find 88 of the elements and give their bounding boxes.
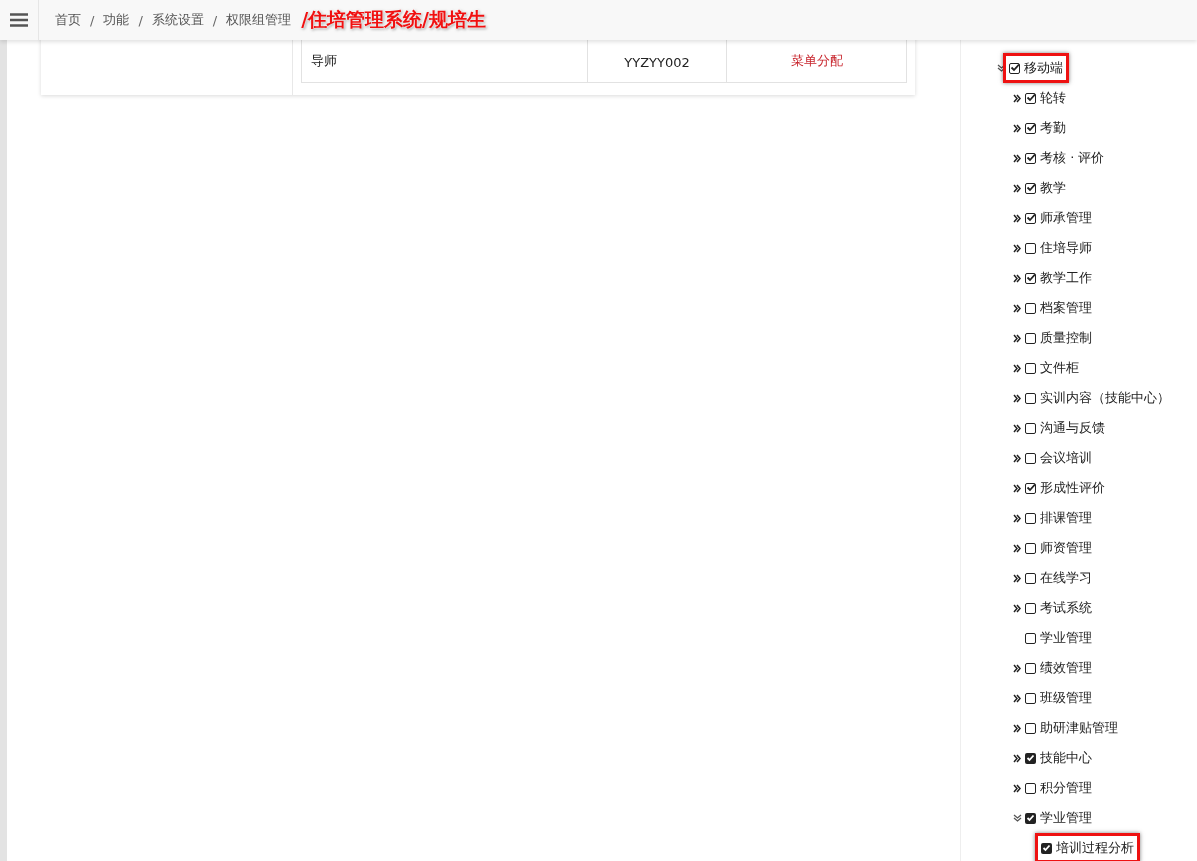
checkbox[interactable] bbox=[1025, 122, 1036, 134]
checkbox[interactable] bbox=[1041, 842, 1052, 854]
checkbox[interactable] bbox=[1025, 542, 1036, 554]
tree-item-label[interactable]: 会议培训 bbox=[1040, 449, 1092, 467]
expand-icon[interactable] bbox=[1013, 183, 1021, 193]
collapse-icon[interactable] bbox=[996, 64, 1006, 72]
tree-item-label[interactable]: 形成性评价 bbox=[1040, 479, 1105, 497]
tree-item-label[interactable]: 助研津贴管理 bbox=[1040, 719, 1118, 737]
checkbox[interactable] bbox=[1025, 422, 1036, 434]
breadcrumb-separator: / bbox=[138, 12, 143, 28]
checkbox[interactable] bbox=[1025, 302, 1036, 314]
checkbox[interactable] bbox=[1025, 512, 1036, 524]
collapse-icon[interactable] bbox=[1012, 814, 1022, 822]
breadcrumb-link[interactable]: 首页 bbox=[55, 11, 81, 29]
expand-icon[interactable] bbox=[1013, 333, 1021, 343]
checkbox[interactable] bbox=[1025, 332, 1036, 344]
checkbox[interactable] bbox=[1025, 662, 1036, 674]
checkbox[interactable] bbox=[1025, 632, 1036, 644]
expand-icon[interactable] bbox=[1013, 693, 1021, 703]
tree-item-label[interactable]: 文件柜 bbox=[1040, 359, 1079, 377]
checkbox[interactable] bbox=[1025, 782, 1036, 794]
tree-item-label[interactable]: 学业管理 bbox=[1040, 809, 1092, 827]
checkbox[interactable] bbox=[1025, 272, 1036, 284]
checkbox[interactable] bbox=[1009, 62, 1020, 74]
checkbox[interactable] bbox=[1025, 152, 1036, 164]
expand-icon[interactable] bbox=[1013, 423, 1021, 433]
tree-item-label[interactable]: 沟通与反馈 bbox=[1040, 419, 1105, 437]
checkbox[interactable] bbox=[1025, 92, 1036, 104]
menu-assign-link[interactable]: 菜单分配 bbox=[790, 53, 843, 68]
checkbox[interactable] bbox=[1025, 362, 1036, 374]
expand-icon[interactable] bbox=[1013, 453, 1021, 463]
breadcrumb-separator: / bbox=[212, 12, 218, 28]
expand-icon[interactable] bbox=[1013, 393, 1021, 403]
breadcrumb-separator: / bbox=[90, 12, 95, 28]
checkbox[interactable] bbox=[1025, 242, 1036, 254]
tree-item-label[interactable]: 实训内容（技能中心） bbox=[1040, 389, 1170, 407]
checkbox[interactable] bbox=[1025, 572, 1036, 584]
checkbox[interactable] bbox=[1025, 812, 1036, 824]
expand-icon[interactable] bbox=[1013, 363, 1021, 373]
breadcrumb-link[interactable]: 功能 bbox=[103, 11, 130, 29]
tree-item-label[interactable]: 考勤 bbox=[1040, 119, 1066, 137]
expand-icon[interactable] bbox=[1013, 573, 1021, 583]
expand-icon[interactable] bbox=[1013, 663, 1021, 673]
expand-icon[interactable] bbox=[1013, 153, 1021, 163]
breadcrumb-link[interactable]: 系统设置 bbox=[151, 11, 204, 29]
checkbox[interactable] bbox=[1025, 602, 1036, 614]
expand-icon[interactable] bbox=[1013, 603, 1021, 613]
tree-item-label[interactable]: 档案管理 bbox=[1040, 299, 1092, 317]
expand-icon[interactable] bbox=[1013, 783, 1021, 793]
expand-icon[interactable] bbox=[1013, 303, 1021, 313]
checkbox[interactable] bbox=[1025, 692, 1036, 704]
tree-item-label[interactable]: 教学 bbox=[1040, 179, 1066, 197]
expand-icon[interactable] bbox=[1013, 243, 1021, 253]
checkbox[interactable] bbox=[1025, 392, 1036, 404]
expand-icon[interactable] bbox=[1013, 93, 1021, 103]
tree-item-label[interactable]: 排课管理 bbox=[1040, 509, 1092, 527]
checkbox[interactable] bbox=[1025, 482, 1036, 494]
tree-item-label[interactable]: 住培导师 bbox=[1040, 239, 1092, 257]
breadcrumb-link[interactable]: 权限组管理 bbox=[226, 11, 292, 29]
expand-icon[interactable] bbox=[1013, 543, 1021, 553]
tree-item-label[interactable]: 积分管理 bbox=[1040, 779, 1092, 797]
expand-icon[interactable] bbox=[1013, 513, 1021, 523]
checkbox[interactable] bbox=[1025, 182, 1036, 194]
tree-item-label[interactable]: 考核 · 评价 bbox=[1040, 149, 1105, 167]
tree-item-label[interactable]: 培训过程分析 bbox=[1056, 839, 1134, 857]
annotation-text: /住培管理系统/规培生 bbox=[301, 7, 487, 32]
tree-item-label[interactable]: 轮转 bbox=[1040, 89, 1066, 107]
tree-item-label[interactable]: 考试系统 bbox=[1040, 599, 1092, 617]
tree-item-label[interactable]: 质量控制 bbox=[1040, 329, 1092, 347]
tree-item-label[interactable]: 移动端 bbox=[1024, 59, 1063, 77]
tree-item-label[interactable]: 绩效管理 bbox=[1040, 659, 1092, 677]
expand-icon[interactable] bbox=[1013, 483, 1021, 493]
checkbox[interactable] bbox=[1025, 212, 1036, 224]
expand-icon[interactable] bbox=[1013, 123, 1021, 133]
expand-icon[interactable] bbox=[1013, 753, 1021, 763]
tree-item-label[interactable]: 在线学习 bbox=[1040, 569, 1092, 587]
tree-item-label[interactable]: 学业管理 bbox=[1040, 629, 1092, 647]
expand-icon[interactable] bbox=[1013, 273, 1021, 283]
checkbox[interactable] bbox=[1025, 752, 1036, 764]
tree-item-label[interactable]: 师资管理 bbox=[1040, 539, 1092, 557]
checkbox[interactable] bbox=[1025, 722, 1036, 734]
tree-item-label[interactable]: 师承管理 bbox=[1040, 209, 1092, 227]
expand-icon[interactable] bbox=[1013, 213, 1021, 223]
tree-item-label[interactable]: 班级管理 bbox=[1040, 689, 1092, 707]
expand-icon[interactable] bbox=[1013, 723, 1021, 733]
tree-item-label[interactable]: 教学工作 bbox=[1040, 269, 1092, 287]
tree-item-label[interactable]: 技能中心 bbox=[1040, 749, 1092, 767]
checkbox[interactable] bbox=[1025, 452, 1036, 464]
